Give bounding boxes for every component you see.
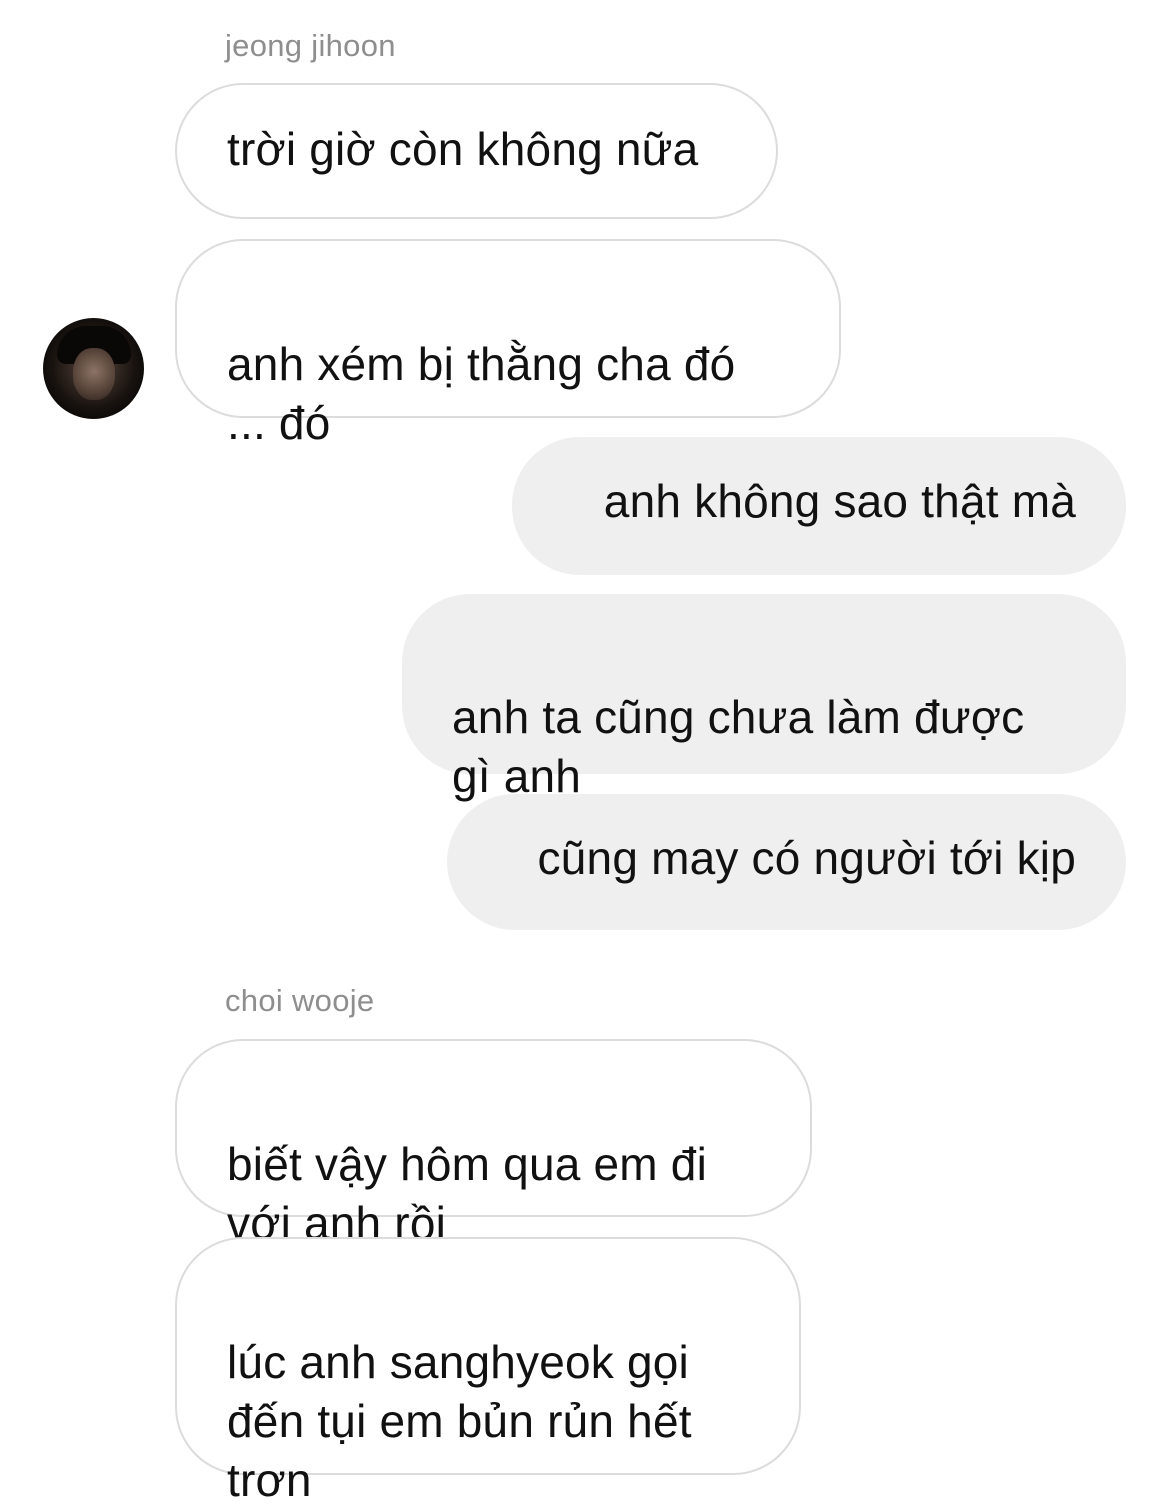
message-bubble-outgoing[interactable]: anh không sao thật mà — [512, 437, 1126, 575]
message-text: anh ta cũng chưa làm được gì anh — [452, 691, 1025, 802]
message-text: biết vậy hôm qua em đi với anh rồi — [227, 1138, 707, 1249]
message-text: anh không sao thật mà — [603, 475, 1076, 527]
message-text: lúc anh sanghyeok gọi đến tụi em bủn rủn… — [227, 1336, 692, 1506]
message-text: anh xém bị thằng cha đó ... đó — [227, 338, 736, 449]
user-avatar-icon[interactable] — [43, 318, 144, 419]
message-bubble-incoming[interactable]: trời giờ còn không nữa — [175, 83, 778, 219]
message-bubble-incoming[interactable]: lúc anh sanghyeok gọi đến tụi em bủn rủn… — [175, 1237, 801, 1506]
message-bubble-outgoing[interactable]: anh ta cũng chưa làm được gì anh — [402, 594, 1126, 802]
message-bubble-incoming[interactable]: biết vậy hôm qua em đi với anh rồi — [175, 1039, 812, 1249]
message-bubble-outgoing[interactable]: cũng may có người tới kịp — [447, 794, 1126, 930]
sender-name-jeong-jihoon: jeong jihoon — [225, 28, 396, 63]
message-bubble-incoming[interactable]: anh xém bị thằng cha đó ... đó — [175, 239, 841, 449]
message-text: cũng may có người tới kịp — [537, 832, 1076, 884]
avatar-face-shape — [73, 348, 115, 400]
message-text: trời giờ còn không nữa — [227, 123, 699, 175]
sender-name-choi-wooje: choi wooje — [225, 983, 375, 1018]
